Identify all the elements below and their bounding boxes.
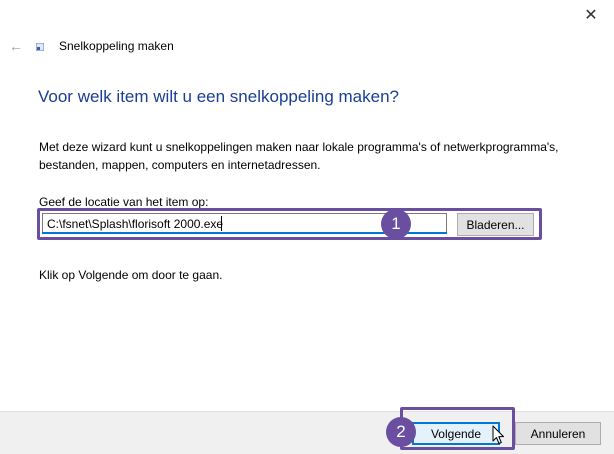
wizard-description: Met deze wizard kunt u snelkoppelingen m… bbox=[39, 140, 559, 172]
cancel-button[interactable]: Annuleren bbox=[515, 422, 601, 445]
continue-hint: Klik op Volgende om door te gaan. bbox=[39, 268, 223, 282]
location-label: Geef de locatie van het item op: bbox=[39, 195, 209, 209]
close-button[interactable]: ✕ bbox=[568, 0, 614, 30]
back-button[interactable]: ← bbox=[6, 36, 26, 56]
window-title: Snelkoppeling maken bbox=[59, 39, 174, 53]
shortcut-icon bbox=[36, 43, 44, 51]
browse-button[interactable]: Bladeren... bbox=[457, 213, 534, 236]
close-icon: ✕ bbox=[584, 7, 598, 24]
next-button[interactable]: Volgende bbox=[412, 422, 500, 445]
step-badge-1: 1 bbox=[381, 209, 411, 239]
mouse-cursor-icon bbox=[492, 425, 504, 444]
text-caret bbox=[221, 216, 222, 231]
create-shortcut-window: ✕ ← Snelkoppeling maken Voor welk item w… bbox=[0, 0, 614, 454]
back-arrow-icon: ← bbox=[9, 38, 23, 54]
page-heading: Voor welk item wilt u een snelkoppeling … bbox=[38, 87, 399, 106]
step-badge-2: 2 bbox=[386, 417, 416, 447]
